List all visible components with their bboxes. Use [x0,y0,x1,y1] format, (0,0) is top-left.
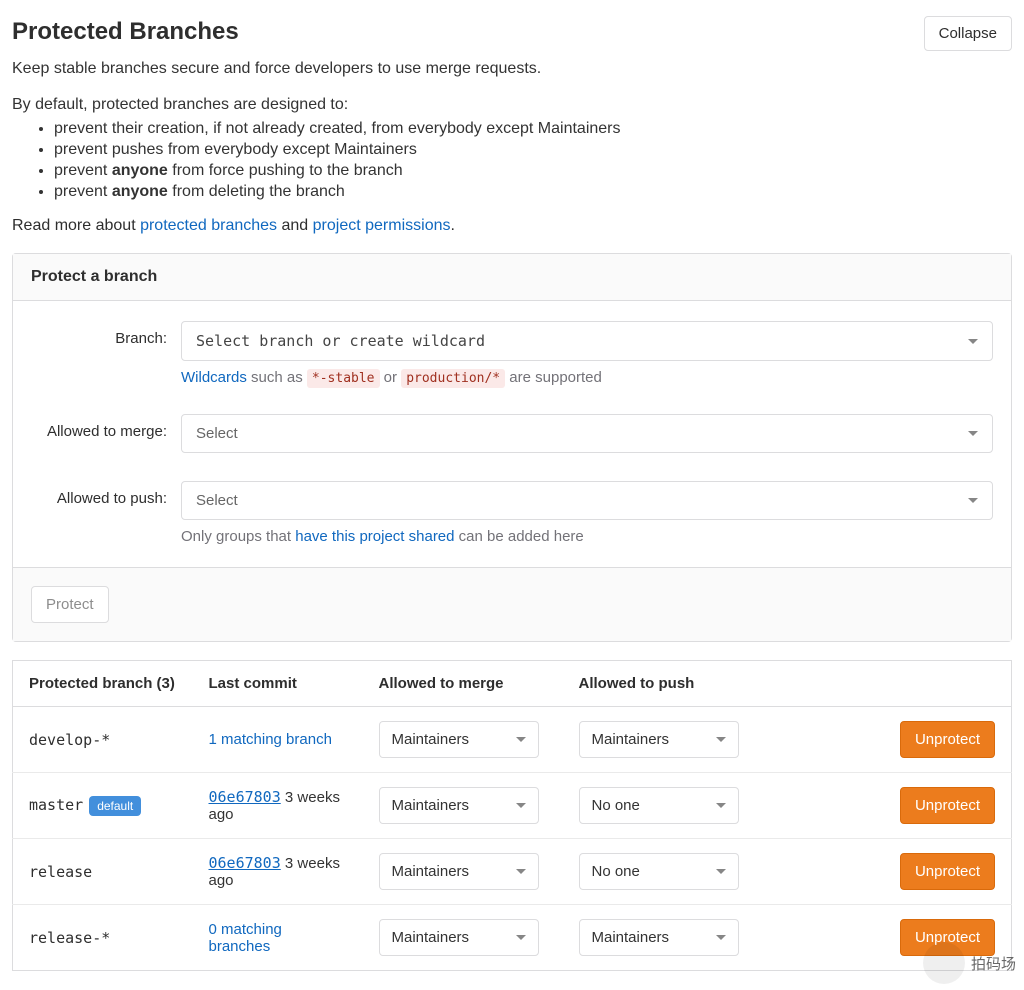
allowed-merge-placeholder: Select [196,425,238,442]
th-commit: Last commit [193,661,363,707]
chevron-down-icon [516,803,526,808]
branch-help-text-2: or [380,369,402,386]
row-merge-value: Maintainers [392,731,470,748]
intro-rule-item: prevent anyone from force pushing to the… [54,162,1012,180]
branch-select-placeholder: Select branch or create wildcard [196,332,485,350]
wildcard-example-2: production/* [401,369,505,388]
intro-rule-item: prevent anyone from deleting the branch [54,183,1012,201]
push-help-2: can be added here [455,528,584,545]
page-title: Protected Branches [12,18,239,46]
protected-branches-table: Protected branch (3) Last commit Allowed… [12,660,1012,971]
commit-link[interactable]: 0 matching branches [209,921,282,955]
row-merge-select[interactable]: Maintainers [379,787,539,824]
table-row: develop-* 1 matching branch Maintainers Mai… [13,707,1012,773]
intro-subtitle: Keep stable branches secure and force de… [12,60,1012,78]
commit-link[interactable]: 1 matching branch [209,731,332,748]
branch-name: develop-* [29,731,110,749]
row-merge-select[interactable]: Maintainers [379,721,539,758]
project-permissions-link[interactable]: project permissions [313,217,451,234]
read-more-suffix: . [450,217,454,234]
wildcard-example-1: *-stable [307,369,380,388]
chevron-down-icon [516,737,526,742]
chevron-down-icon [716,737,726,742]
allowed-merge-label: Allowed to merge: [31,414,181,440]
th-action [763,661,1012,707]
row-push-select[interactable]: No one [579,853,739,890]
intro-designed-to: By default, protected branches are desig… [12,96,1012,114]
row-push-value: Maintainers [592,731,670,748]
read-more-line: Read more about protected branches and p… [12,217,1012,235]
chevron-down-icon [516,935,526,940]
intro-rule-item: prevent their creation, if not already c… [54,120,1012,138]
th-merge: Allowed to merge [363,661,563,707]
chevron-down-icon [716,935,726,940]
unprotect-button[interactable]: Unprotect [900,721,995,758]
row-push-select[interactable]: Maintainers [579,919,739,956]
collapse-button[interactable]: Collapse [924,16,1012,51]
watermark-text: 拍码场 [971,953,1016,974]
row-merge-value: Maintainers [392,929,470,946]
protect-branch-panel: Protect a branch Branch: Select branch o… [12,253,1012,642]
branch-select[interactable]: Select branch or create wildcard [181,321,993,361]
read-more-prefix: Read more about [12,217,140,234]
chevron-down-icon [516,869,526,874]
row-merge-select[interactable]: Maintainers [379,919,539,956]
wildcards-link[interactable]: Wildcards [181,369,247,386]
th-branch: Protected branch (3) [13,661,193,707]
allowed-push-label: Allowed to push: [31,481,181,507]
chevron-down-icon [968,431,978,436]
chevron-down-icon [968,498,978,503]
chevron-down-icon [716,869,726,874]
branch-name: master [29,796,83,814]
branch-name: release-* [29,929,110,947]
default-badge: default [89,796,141,816]
chevron-down-icon [716,803,726,808]
row-merge-value: Maintainers [392,863,470,880]
shared-project-link[interactable]: have this project shared [295,528,454,545]
branch-help-text-1: such as [247,369,307,386]
commit-link[interactable]: 06e67803 [209,854,281,872]
push-help: Only groups that have this project share… [181,528,993,545]
push-help-1: Only groups that [181,528,295,545]
row-push-value: Maintainers [592,929,670,946]
table-row: release-* 0 matching branches Maintainers M… [13,905,1012,971]
branch-label: Branch: [31,321,181,347]
unprotect-button[interactable]: Unprotect [900,853,995,890]
read-more-mid: and [277,217,313,234]
protected-branches-link[interactable]: protected branches [140,217,277,234]
row-merge-select[interactable]: Maintainers [379,853,539,890]
watermark: 拍码场 [923,942,1016,984]
allowed-push-placeholder: Select [196,492,238,509]
unprotect-button[interactable]: Unprotect [900,787,995,824]
table-row: masterdefault06e67803 3 weeks agoMaintai… [13,773,1012,839]
allowed-merge-select[interactable]: Select [181,414,993,453]
branch-name: release [29,863,92,881]
intro-rules-list: prevent their creation, if not already c… [12,120,1012,201]
commit-link[interactable]: 06e67803 [209,788,281,806]
intro-rule-item: prevent pushes from everybody except Mai… [54,141,1012,159]
allowed-push-select[interactable]: Select [181,481,993,520]
table-row: release06e67803 3 weeks agoMaintainersNo… [13,839,1012,905]
branch-help-text-3: are supported [505,369,602,386]
chevron-down-icon [968,339,978,344]
watermark-icon [923,942,965,984]
protect-button[interactable]: Protect [31,586,109,623]
row-push-value: No one [592,863,640,880]
protect-panel-title: Protect a branch [13,254,1011,301]
row-merge-value: Maintainers [392,797,470,814]
row-push-value: No one [592,797,640,814]
row-push-select[interactable]: Maintainers [579,721,739,758]
row-push-select[interactable]: No one [579,787,739,824]
branch-help: Wildcards such as *-stable or production… [181,369,993,386]
th-push: Allowed to push [563,661,763,707]
